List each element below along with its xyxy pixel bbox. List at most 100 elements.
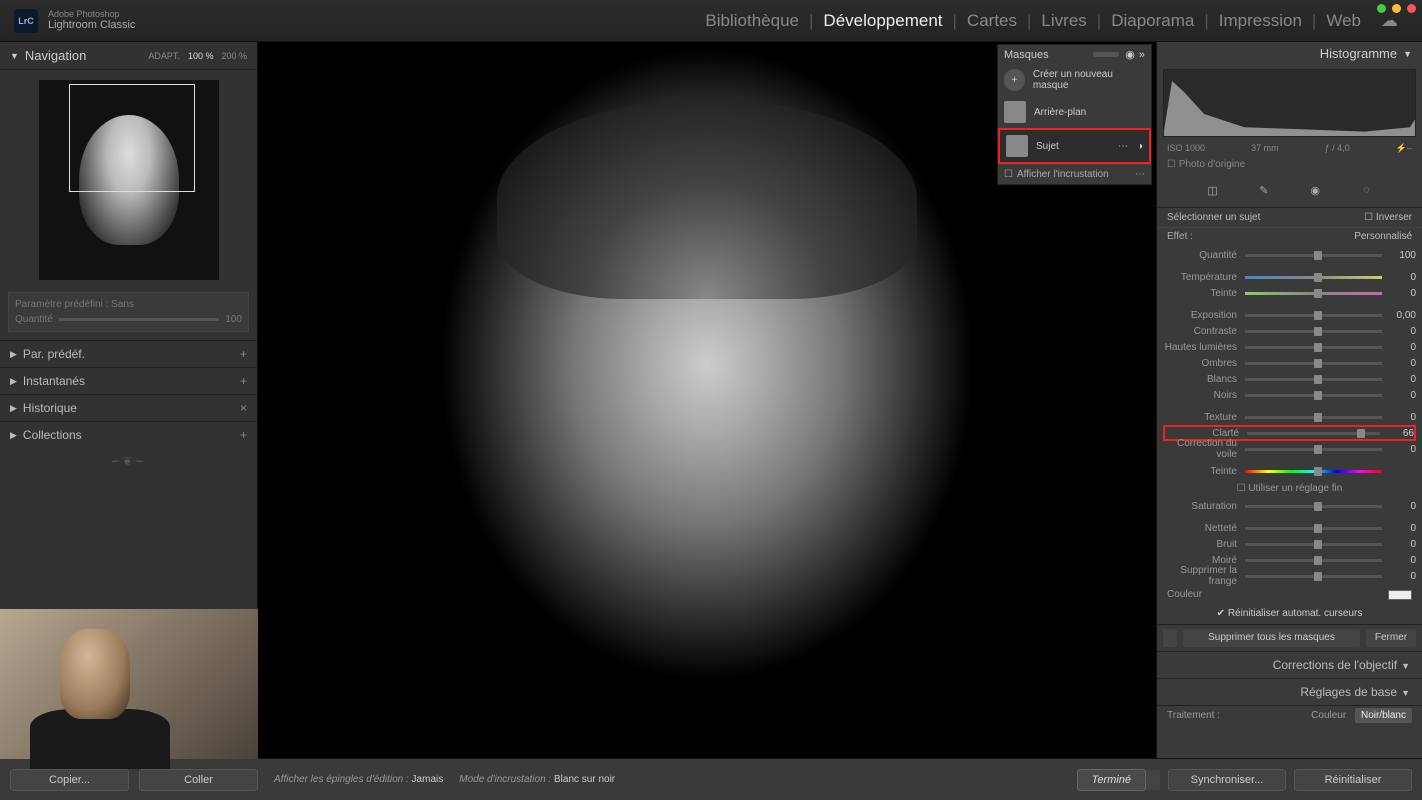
mask-panel-eye-icon[interactable]: ◉ bbox=[1125, 48, 1135, 61]
module-tab-diaporama[interactable]: Diaporama bbox=[1101, 11, 1204, 31]
slider-saturation[interactable]: Saturation0 bbox=[1163, 498, 1416, 514]
treatment-color[interactable]: Couleur bbox=[1305, 708, 1352, 723]
slider-track[interactable] bbox=[1245, 330, 1382, 333]
slider-knob[interactable] bbox=[1314, 524, 1322, 533]
slider-blacks[interactable]: Noirs0 bbox=[1163, 387, 1416, 403]
slider-contrast[interactable]: Contraste0 bbox=[1163, 323, 1416, 339]
module-tab-impression[interactable]: Impression bbox=[1209, 11, 1312, 31]
masking-tool-icon[interactable]: ◌ bbox=[1357, 181, 1375, 199]
slider-knob[interactable] bbox=[1314, 556, 1322, 565]
slider-amount[interactable]: Quantité100 bbox=[1163, 247, 1416, 263]
crop-tool-icon[interactable]: ◫ bbox=[1204, 181, 1222, 199]
slider-defringe[interactable]: Supprimer la frange0 bbox=[1163, 568, 1416, 584]
close-masks-button[interactable]: Fermer bbox=[1366, 629, 1416, 647]
toggle-panel-icon[interactable] bbox=[1163, 629, 1177, 647]
slider-track[interactable] bbox=[1245, 505, 1382, 508]
slider-track[interactable] bbox=[1245, 378, 1382, 381]
slider-track[interactable] bbox=[1245, 448, 1382, 451]
slider-whites[interactable]: Blancs0 bbox=[1163, 371, 1416, 387]
slider-temp[interactable]: Température0 bbox=[1163, 269, 1416, 285]
slider-highlights[interactable]: Hautes lumières0 bbox=[1163, 339, 1416, 355]
slider-knob[interactable] bbox=[1314, 375, 1322, 384]
reset-button[interactable]: Réinitialiser bbox=[1294, 769, 1412, 791]
overlay-mode-dropdown[interactable]: Blanc sur noir bbox=[554, 774, 615, 785]
preset-amount-slider[interactable] bbox=[59, 318, 220, 321]
slider-dehaze[interactable]: Correction du voile0 bbox=[1163, 441, 1416, 457]
copy-settings-button[interactable]: Copier... bbox=[10, 769, 129, 791]
slider-track[interactable] bbox=[1245, 254, 1382, 257]
done-button[interactable]: Terminé bbox=[1077, 769, 1146, 791]
mask-options-icon[interactable]: ⋯ bbox=[1118, 141, 1129, 152]
slider-knob[interactable] bbox=[1314, 572, 1322, 581]
color-swatch[interactable] bbox=[1388, 590, 1412, 600]
slider-track[interactable] bbox=[1245, 527, 1382, 530]
toggle-switch-icon[interactable] bbox=[1146, 770, 1160, 790]
slider-knob[interactable] bbox=[1314, 445, 1322, 454]
mask-item-subject[interactable]: Sujet ⋯ ◑ bbox=[998, 128, 1151, 164]
navigation-panel-header[interactable]: ▼ Navigation ADAPT. 100 % 200 % bbox=[0, 42, 257, 70]
reset-sliders-button[interactable]: ✔ Réinitialiser automat. curseurs bbox=[1157, 603, 1422, 624]
slider-knob[interactable] bbox=[1314, 540, 1322, 549]
slider-track[interactable] bbox=[1245, 559, 1382, 562]
create-mask-button[interactable]: + Créer un nouveau masque bbox=[998, 64, 1151, 96]
heal-tool-icon[interactable]: ✎ bbox=[1255, 181, 1273, 199]
slider-knob[interactable] bbox=[1314, 311, 1322, 320]
history-panel-header[interactable]: ▶Historique× bbox=[0, 394, 257, 421]
histogram-panel-header[interactable]: Histogramme▼ bbox=[1157, 42, 1422, 65]
slider-hue[interactable]: Teinte bbox=[1163, 463, 1416, 479]
zoom-fit[interactable]: ADAPT. bbox=[148, 51, 180, 61]
slider-track[interactable] bbox=[1247, 432, 1380, 435]
sync-button[interactable]: Synchroniser... bbox=[1168, 769, 1286, 791]
histogram-chart[interactable] bbox=[1163, 69, 1416, 137]
collections-panel-header[interactable]: ▶Collections+ bbox=[0, 421, 257, 448]
slider-sharpness[interactable]: Netteté0 bbox=[1163, 520, 1416, 536]
slider-knob[interactable] bbox=[1314, 502, 1322, 511]
slider-knob[interactable] bbox=[1314, 251, 1322, 260]
slider-shadows[interactable]: Ombres0 bbox=[1163, 355, 1416, 371]
mask-panel-expand-icon[interactable]: » bbox=[1139, 49, 1145, 61]
mask-overlay-toggle[interactable]: ☐ Afficher l'incrustation ⋯ bbox=[998, 164, 1151, 184]
slider-track[interactable] bbox=[1245, 346, 1382, 349]
slider-knob[interactable] bbox=[1314, 343, 1322, 352]
paste-settings-button[interactable]: Coller bbox=[139, 769, 258, 791]
navigator-thumbnail[interactable] bbox=[39, 80, 219, 280]
slider-track[interactable] bbox=[1245, 543, 1382, 546]
treatment-bw[interactable]: Noir/blanc bbox=[1355, 708, 1412, 723]
module-tab-bibliothèque[interactable]: Bibliothèque bbox=[695, 11, 809, 31]
zoom-100[interactable]: 100 % bbox=[188, 51, 214, 61]
navigator-view-rect[interactable] bbox=[69, 84, 195, 192]
mask-opacity-slider[interactable] bbox=[1093, 52, 1119, 57]
slider-texture[interactable]: Texture0 bbox=[1163, 409, 1416, 425]
delete-all-masks-button[interactable]: Supprimer tous les masques bbox=[1183, 629, 1360, 647]
slider-track[interactable] bbox=[1245, 314, 1382, 317]
basic-panel-header[interactable]: Réglages de base▼ bbox=[1157, 678, 1422, 705]
slider-track[interactable] bbox=[1245, 276, 1382, 279]
redeye-tool-icon[interactable]: ◉ bbox=[1306, 181, 1324, 199]
mask-item-background[interactable]: Arrière-plan bbox=[998, 96, 1151, 128]
mask-overlay-options-icon[interactable]: ⋯ bbox=[1135, 169, 1145, 180]
slider-exposure[interactable]: Exposition0,00 bbox=[1163, 307, 1416, 323]
masks-panel[interactable]: Masques ◉ » + Créer un nouveau masque Ar… bbox=[997, 44, 1152, 185]
slider-noise[interactable]: Bruit0 bbox=[1163, 536, 1416, 552]
slider-knob[interactable] bbox=[1314, 359, 1322, 368]
presets-panel-header[interactable]: ▶Par. prédéf.+ bbox=[0, 340, 257, 367]
module-tab-cartes[interactable]: Cartes bbox=[957, 11, 1027, 31]
slider-knob[interactable] bbox=[1314, 391, 1322, 400]
slider-knob[interactable] bbox=[1314, 273, 1322, 282]
module-tab-développement[interactable]: Développement bbox=[813, 11, 952, 31]
edit-pins-dropdown[interactable]: Jamais bbox=[412, 774, 444, 785]
zoom-200[interactable]: 200 % bbox=[221, 51, 247, 61]
slider-knob[interactable] bbox=[1314, 413, 1322, 422]
original-photo-toggle[interactable]: ☐ Photo d'origine bbox=[1157, 156, 1422, 173]
slider-track[interactable] bbox=[1245, 394, 1382, 397]
slider-knob[interactable] bbox=[1314, 327, 1322, 336]
cloud-sync-icon[interactable]: ☁ bbox=[1371, 11, 1408, 31]
slider-track[interactable] bbox=[1245, 575, 1382, 578]
mask-visibility-icon[interactable]: ◑ bbox=[1137, 141, 1143, 152]
effect-preset-row[interactable]: Effet :Personnalisé bbox=[1157, 228, 1422, 245]
slider-track[interactable] bbox=[1245, 362, 1382, 365]
slider-track[interactable] bbox=[1245, 470, 1382, 473]
slider-tint[interactable]: Teinte0 bbox=[1163, 285, 1416, 301]
module-tab-web[interactable]: Web bbox=[1316, 11, 1371, 31]
slider-track[interactable] bbox=[1245, 292, 1382, 295]
